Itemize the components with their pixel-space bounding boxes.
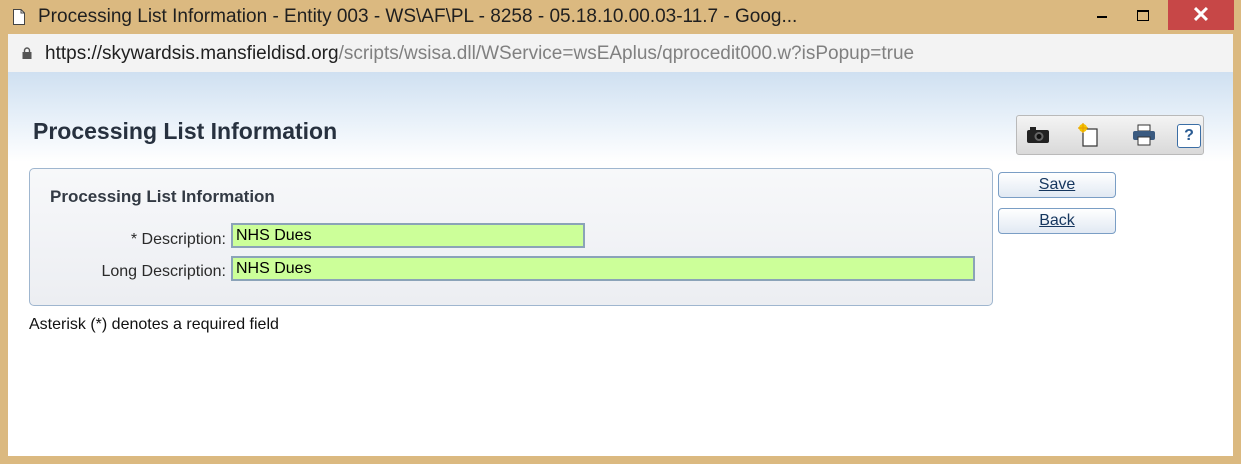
help-icon: ? [1184,127,1194,144]
save-button-label: Save [1038,176,1076,193]
print-button[interactable] [1131,123,1157,147]
back-button-label: Back [1039,212,1075,229]
maximize-button[interactable] [1122,0,1164,30]
url-host: https://skywardsis.mansfieldisd.org [45,43,339,64]
processing-list-form: Processing List Information * Descriptio… [29,168,993,306]
page-title: Processing List Information [33,118,338,144]
help-button[interactable]: ? [1177,124,1201,148]
url-text[interactable]: https://skywardsis.mansfieldisd.org/scri… [45,43,914,65]
window-frame-bottom [0,456,1241,464]
new-document-icon [1078,123,1098,147]
close-button[interactable]: ✕ [1168,0,1234,30]
long-description-label: Long Description: [101,263,226,280]
url-path: /scripts/wsisa.dll/WService=wsEAplus/qpr… [338,43,915,64]
minimize-button[interactable] [1082,0,1122,30]
browser-window: Processing List Information - Entity 003… [0,0,1241,464]
description-label: * Description: [130,231,226,248]
back-button[interactable]: Back [998,208,1116,234]
camera-button[interactable] [1025,123,1051,147]
page-toolbar: ? [1016,115,1204,155]
page-icon [13,9,25,25]
close-icon: ✕ [1191,2,1211,27]
description-field[interactable] [231,223,585,248]
title-bar: Processing List Information - Entity 003… [0,0,1241,34]
save-button[interactable]: Save [998,172,1116,198]
window-title: Processing List Information - Entity 003… [38,6,798,27]
print-icon [1133,124,1155,146]
new-document-button[interactable] [1075,123,1101,147]
camera-icon [1027,127,1049,143]
minimize-icon [1097,16,1107,18]
lock-icon [22,47,32,59]
required-field-note: Asterisk (*) denotes a required field [29,316,279,333]
form-section-title: Processing List Information [50,187,275,206]
long-description-field[interactable] [231,256,975,281]
maximize-icon [1137,9,1149,21]
